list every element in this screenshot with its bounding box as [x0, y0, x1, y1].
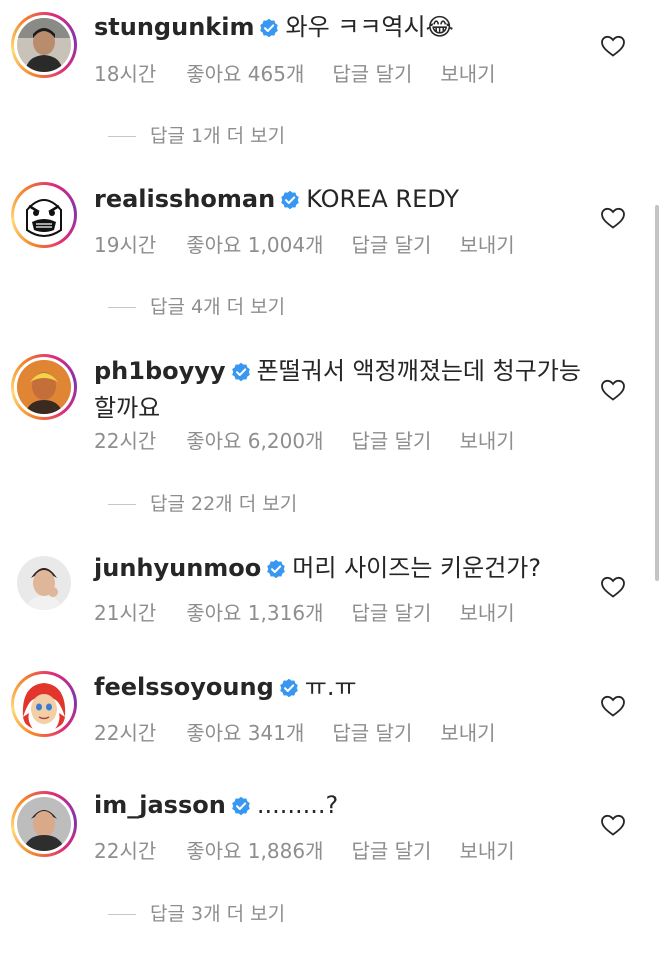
view-more-replies-label: 답글 1개 더 보기 — [150, 125, 286, 147]
comment-time: 21시간 — [94, 601, 157, 625]
send-button[interactable]: 보내기 — [459, 233, 514, 257]
comment-username[interactable]: realisshoman — [94, 185, 275, 213]
send-button[interactable]: 보내기 — [440, 62, 495, 86]
comment-time: 22시간 — [94, 839, 157, 863]
likes-count[interactable]: 좋아요 1,004개 — [186, 233, 323, 257]
comment-time: 22시간 — [94, 721, 157, 745]
avatar[interactable] — [11, 182, 77, 248]
view-more-replies-label: 답글 3개 더 보기 — [150, 903, 286, 925]
avatar-image — [17, 18, 71, 72]
comment-time: 18시간 — [94, 62, 157, 86]
scrollbar[interactable] — [655, 205, 659, 581]
send-button[interactable]: 보내기 — [459, 601, 514, 625]
send-button[interactable]: 보내기 — [459, 839, 514, 863]
view-more-replies-button[interactable]: 답글 1개 더 보기 — [108, 121, 285, 148]
reply-button[interactable]: 답글 달기 — [332, 62, 412, 86]
verified-badge-icon — [279, 673, 299, 707]
comment-username[interactable]: stungunkim — [94, 13, 254, 41]
comment-text: 머리 사이즈는 키운건가? — [292, 554, 542, 582]
emoji-laughing-icon: 😂 — [425, 13, 454, 41]
reply-button[interactable]: 답글 달기 — [351, 233, 431, 257]
comment-username[interactable]: feelssoyoung — [94, 673, 274, 701]
heart-outline-icon[interactable] — [600, 378, 626, 402]
send-button[interactable]: 보내기 — [459, 429, 514, 453]
comment-username[interactable]: junhyunmoo — [94, 554, 261, 582]
avatar[interactable] — [11, 12, 77, 78]
replies-divider — [108, 504, 136, 505]
comment-username[interactable]: im_jasson — [94, 791, 226, 819]
avatar-image — [17, 797, 71, 851]
likes-count[interactable]: 좋아요 465개 — [186, 62, 304, 86]
verified-badge-icon — [280, 185, 300, 219]
verified-badge-icon — [231, 357, 251, 391]
heart-outline-icon[interactable] — [600, 694, 626, 718]
avatar[interactable] — [11, 354, 77, 420]
avatar[interactable] — [11, 671, 77, 737]
comment-text: KOREA REDY — [306, 185, 460, 213]
comment-text: 와우 ㅋㅋ역시 — [285, 13, 426, 41]
comment-username[interactable]: ph1boyyy — [94, 357, 226, 385]
avatar-image — [17, 556, 71, 610]
avatar[interactable] — [11, 550, 77, 616]
likes-count[interactable]: 좋아요 6,200개 — [186, 429, 323, 453]
verified-badge-icon — [266, 554, 286, 588]
reply-button[interactable]: 답글 달기 — [351, 429, 431, 453]
view-more-replies-label: 답글 4개 더 보기 — [150, 296, 286, 318]
likes-count[interactable]: 좋아요 1,316개 — [186, 601, 323, 625]
avatar-image — [17, 188, 71, 242]
verified-badge-icon — [231, 791, 251, 825]
view-more-replies-button[interactable]: 답글 4개 더 보기 — [108, 292, 285, 319]
comment-time: 19시간 — [94, 233, 157, 257]
reply-button[interactable]: 답글 달기 — [351, 601, 431, 625]
comment-text: .........? — [256, 791, 339, 819]
reply-button[interactable]: 답글 달기 — [351, 839, 431, 863]
heart-outline-icon[interactable] — [600, 813, 626, 837]
heart-outline-icon[interactable] — [600, 34, 626, 58]
send-button[interactable]: 보내기 — [440, 721, 495, 745]
replies-divider — [108, 136, 136, 137]
view-more-replies-button[interactable]: 답글 22개 더 보기 — [108, 489, 297, 516]
heart-outline-icon[interactable] — [600, 206, 626, 230]
avatar[interactable] — [11, 791, 77, 857]
avatar-image — [17, 360, 71, 414]
heart-outline-icon[interactable] — [600, 575, 626, 599]
reply-button[interactable]: 답글 달기 — [332, 721, 412, 745]
replies-divider — [108, 307, 136, 308]
view-more-replies-label: 답글 22개 더 보기 — [150, 493, 298, 515]
verified-badge-icon — [259, 13, 279, 47]
comment-text: ㅠ.ㅠ — [304, 673, 357, 701]
comment-time: 22시간 — [94, 429, 157, 453]
avatar-image — [17, 677, 71, 731]
replies-divider — [108, 914, 136, 915]
view-more-replies-button[interactable]: 답글 3개 더 보기 — [108, 899, 285, 926]
likes-count[interactable]: 좋아요 1,886개 — [186, 839, 323, 863]
likes-count[interactable]: 좋아요 341개 — [186, 721, 304, 745]
